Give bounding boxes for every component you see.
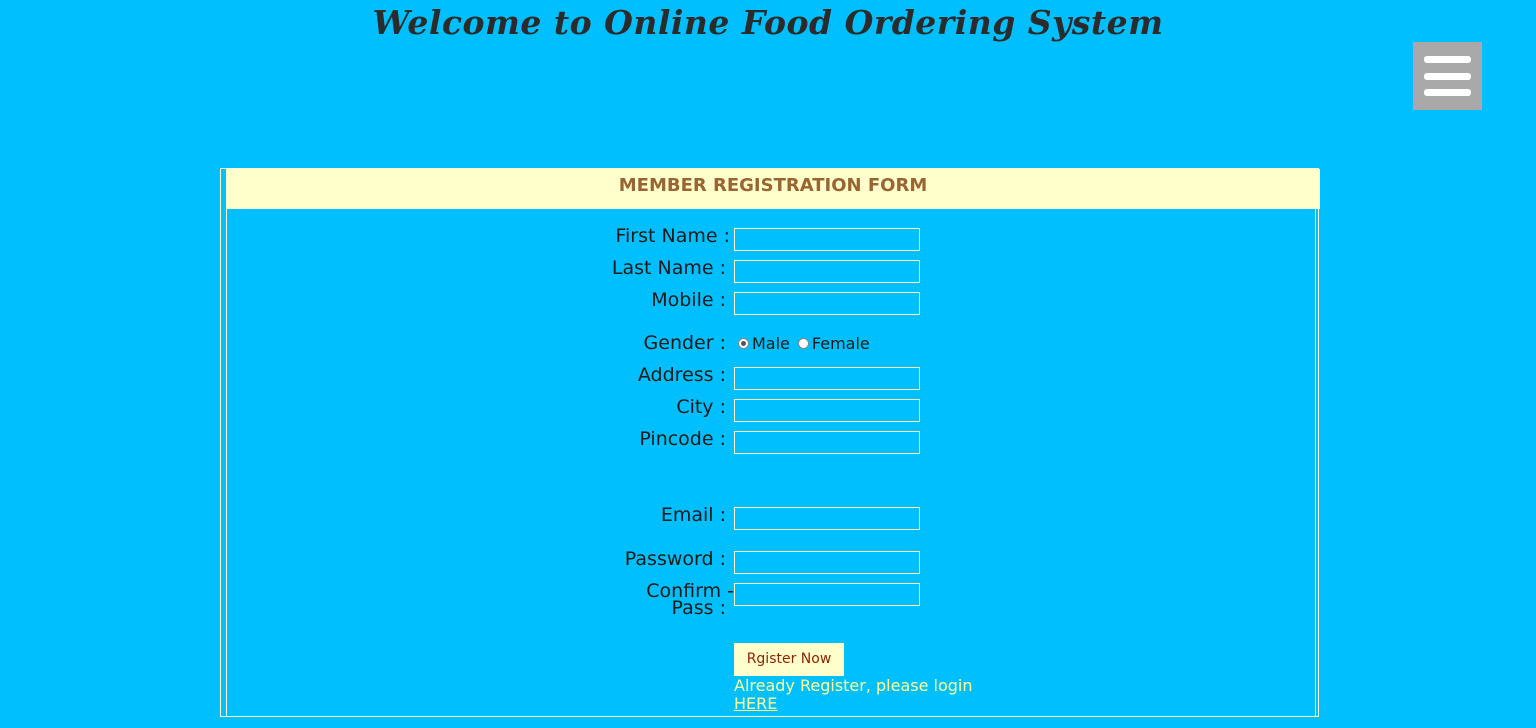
login-prompt: Already Register, please login [734,676,973,695]
login-here-link[interactable]: HERE [734,694,777,713]
address-input[interactable] [734,367,920,390]
first-name-label: First Name : [615,225,730,247]
form-inner-frame [226,209,1316,717]
pincode-input[interactable] [734,431,920,454]
email-label: Email : [660,504,726,526]
first-name-input[interactable] [734,228,920,251]
gender-radio-group: Male Female [738,334,878,353]
pincode-label: Pincode : [639,428,726,450]
menu-button[interactable] [1413,42,1482,110]
last-name-label: Last Name : [611,257,726,279]
form-title: MEMBER REGISTRATION FORM [618,175,928,196]
register-button[interactable]: Rgister Now [734,643,844,676]
gender-label: Gender : [643,332,726,354]
mobile-input[interactable] [734,292,920,315]
confirm-pass-input[interactable] [734,583,920,606]
city-label: City : [676,396,726,418]
confirm-pass-label-line2: Pass : [671,597,727,619]
gender-male-radio[interactable] [738,338,749,349]
mobile-label: Mobile : [651,289,726,311]
password-label: Password : [624,548,726,570]
password-input[interactable] [734,551,920,574]
form-header: MEMBER REGISTRATION FORM [226,169,1320,209]
address-label: Address : [637,364,726,386]
gender-female-label[interactable]: Female [812,334,870,353]
gender-female-radio[interactable] [797,338,809,349]
last-name-input[interactable] [734,260,920,283]
gender-male-label[interactable]: Male [752,334,790,353]
page: Welcome to Online Food Ordering System M… [0,0,1536,728]
email-input[interactable] [734,507,920,530]
site-title: Welcome to Online Food Ordering System [372,3,1164,42]
city-input[interactable] [734,399,920,422]
